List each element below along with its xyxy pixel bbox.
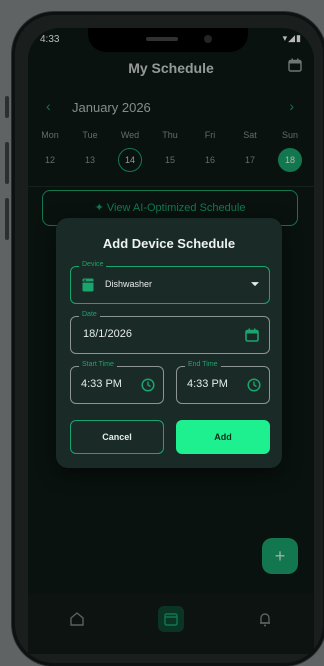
clock-icon[interactable] <box>141 378 155 392</box>
end-time-label: End Time <box>185 361 221 368</box>
add-button[interactable]: Add <box>176 420 270 454</box>
dialog-title: Add Device Schedule <box>102 236 236 251</box>
date-value: 18/1/2026 <box>83 328 132 340</box>
date-label: Date <box>79 311 100 318</box>
start-time-value: 4:33 PM <box>81 378 122 390</box>
device-label: Device <box>79 261 107 268</box>
phone-side-button-top <box>5 96 9 118</box>
device-value: Dishwasher <box>105 279 153 289</box>
device-select[interactable]: Device Dishwasher <box>70 261 270 304</box>
clock-icon[interactable] <box>247 378 261 392</box>
phone-side-button-bottom <box>5 198 9 240</box>
start-time-field[interactable]: Start Time 4:33 PM <box>70 361 164 404</box>
add-device-schedule-dialog: Add Device Schedule Device Dishwasher Da… <box>56 218 282 468</box>
app-screen: 4:33 ▾◢▮ My Schedule ‹ January 2026 › Mo… <box>28 28 314 654</box>
cancel-button[interactable]: Cancel <box>70 420 164 454</box>
date-field[interactable]: Date 18/1/2026 <box>70 311 270 354</box>
end-time-field[interactable]: End Time 4:33 PM <box>176 361 270 404</box>
dropdown-arrow-icon <box>251 282 259 287</box>
calendar-icon[interactable] <box>245 328 259 342</box>
phone-side-button-mid <box>5 142 9 184</box>
start-time-label: Start Time <box>79 361 117 368</box>
dishwasher-icon <box>82 278 94 292</box>
end-time-value: 4:33 PM <box>187 378 228 390</box>
